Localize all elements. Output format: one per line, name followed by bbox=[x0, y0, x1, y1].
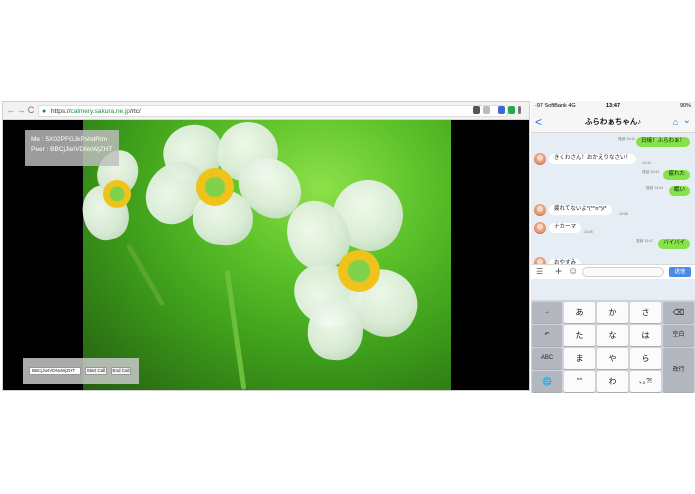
address-bar[interactable]: ● https://calmery.sakura.ne.jp/rtc/ bbox=[38, 105, 508, 117]
message-bubble: きくわさん！おかえりなさい！ bbox=[549, 154, 637, 164]
chevron-down-icon[interactable]: ⌄ bbox=[683, 115, 691, 127]
avatar[interactable] bbox=[534, 204, 546, 216]
message-meta: 13:45 bbox=[619, 212, 628, 216]
message-input-bar: ☰ + ☺ 送信 bbox=[531, 264, 695, 279]
call-controls: BBCjJieIVDNxWjZHT Start Call End Call bbox=[23, 358, 139, 384]
chat-header: < ふらわぁちゃん♪ ⌂ ⌄ bbox=[531, 112, 695, 133]
end-call-button[interactable]: End Call bbox=[111, 367, 131, 375]
status-bar: -97 SoftBank 4G 13:47 90% bbox=[531, 101, 695, 112]
key-ha[interactable]: は bbox=[630, 325, 661, 346]
key-punctuation[interactable]: ､｡?! bbox=[630, 371, 661, 392]
send-button[interactable]: 送信 bbox=[669, 267, 691, 277]
message-input[interactable] bbox=[582, 267, 664, 277]
key-na[interactable]: な bbox=[597, 325, 628, 346]
menu-icon[interactable] bbox=[518, 106, 521, 114]
message-meta: 既読 13:44 bbox=[642, 170, 659, 174]
key-kaomoji[interactable]: ^^ bbox=[564, 371, 595, 392]
lock-icon: ● bbox=[42, 108, 47, 115]
clock-label: 13:47 bbox=[605, 103, 621, 109]
message-bubble: ナカーマ bbox=[549, 223, 582, 233]
peer-id-panel: Me : 5X02PFGJkPshdRIm Peer : BBCjJieIVDN… bbox=[25, 130, 119, 166]
url-text: https://calmery.sakura.ne.jp/rtc/ bbox=[51, 108, 141, 115]
peer-id-label: Peer : BBCjJieIVDNxWjZHT bbox=[31, 146, 113, 153]
space-key[interactable]: 空白 bbox=[663, 325, 694, 346]
message-meta: 13:45 bbox=[584, 230, 593, 234]
arrow-right-key[interactable]: → bbox=[532, 302, 562, 323]
battery-label: 90% bbox=[679, 103, 691, 109]
key-sa[interactable]: さ bbox=[630, 302, 661, 323]
message-meta: 既読 13:44 bbox=[646, 186, 663, 190]
extension-icon[interactable] bbox=[498, 106, 505, 114]
browser-toolbar: ← → C ● https://calmery.sakura.ne.jp/rtc… bbox=[3, 102, 529, 120]
key-ma[interactable]: ま bbox=[564, 348, 595, 369]
video-area: Me : 5X02PFGJkPshdRIm Peer : BBCjJieIVDN… bbox=[3, 120, 529, 390]
japanese-keyboard: → あ か さ ⌫ ↶ た な は 空白 ABC ま や ら 改行 🌐 ^^ わ… bbox=[531, 300, 695, 393]
extension-icon[interactable] bbox=[473, 106, 480, 114]
undo-key[interactable]: ↶ bbox=[532, 325, 562, 346]
message-meta: 既読 13:47 bbox=[636, 239, 653, 243]
message-list: 既読 13:44 日焼！ふらわぁ！ きくわさん！おかえりなさい！ 13:44 既… bbox=[531, 133, 695, 269]
key-ta[interactable]: た bbox=[564, 325, 595, 346]
backspace-key[interactable]: ⌫ bbox=[663, 302, 694, 323]
message-meta: 既読 13:44 bbox=[618, 137, 635, 141]
message-bubble: バイバイ bbox=[658, 239, 690, 249]
key-ra[interactable]: ら bbox=[630, 348, 661, 369]
reload-icon[interactable]: C bbox=[26, 105, 36, 116]
globe-icon[interactable]: 🌐 bbox=[532, 371, 562, 392]
message-bubble: 眠い bbox=[668, 186, 690, 196]
chat-title: ふらわぁちゃん♪ bbox=[584, 117, 642, 126]
remote-video-frame bbox=[76, 120, 451, 390]
star-icon[interactable] bbox=[483, 106, 490, 114]
back-icon[interactable]: ← bbox=[6, 105, 16, 116]
extension-icon[interactable] bbox=[508, 106, 515, 114]
browser-window: ← → C ● https://calmery.sakura.ne.jp/rtc… bbox=[2, 101, 530, 391]
menu-icon[interactable]: ☰ bbox=[536, 267, 543, 277]
peer-id-input[interactable]: BBCjJieIVDNxWjZHT bbox=[29, 367, 81, 375]
key-a[interactable]: あ bbox=[564, 302, 595, 323]
key-ka[interactable]: か bbox=[597, 302, 628, 323]
start-call-button[interactable]: Start Call bbox=[85, 367, 107, 375]
return-key[interactable]: 改行 bbox=[663, 348, 694, 392]
avatar[interactable] bbox=[534, 153, 546, 165]
avatar[interactable] bbox=[534, 222, 546, 234]
message-bubble: 疲れてないよ*(*^o^)/* bbox=[549, 205, 612, 215]
my-id-label: Me : 5X02PFGJkPshdRIm bbox=[31, 136, 108, 143]
message-bubble: 日焼！ふらわぁ！ bbox=[635, 137, 690, 147]
message-bubble: 疲れた bbox=[663, 170, 690, 180]
abc-key[interactable]: ABC bbox=[532, 348, 562, 369]
plus-icon[interactable]: + bbox=[555, 265, 562, 278]
message-meta: 13:44 bbox=[642, 161, 651, 165]
key-ya[interactable]: や bbox=[597, 348, 628, 369]
phone-screen: -97 SoftBank 4G 13:47 90% < ふらわぁちゃん♪ ⌂ ⌄… bbox=[531, 101, 695, 393]
emoji-icon[interactable]: ☺ bbox=[568, 266, 578, 278]
forward-icon[interactable]: → bbox=[16, 105, 26, 116]
key-wa[interactable]: わ bbox=[597, 371, 628, 392]
home-icon[interactable]: ⌂ bbox=[673, 117, 678, 127]
